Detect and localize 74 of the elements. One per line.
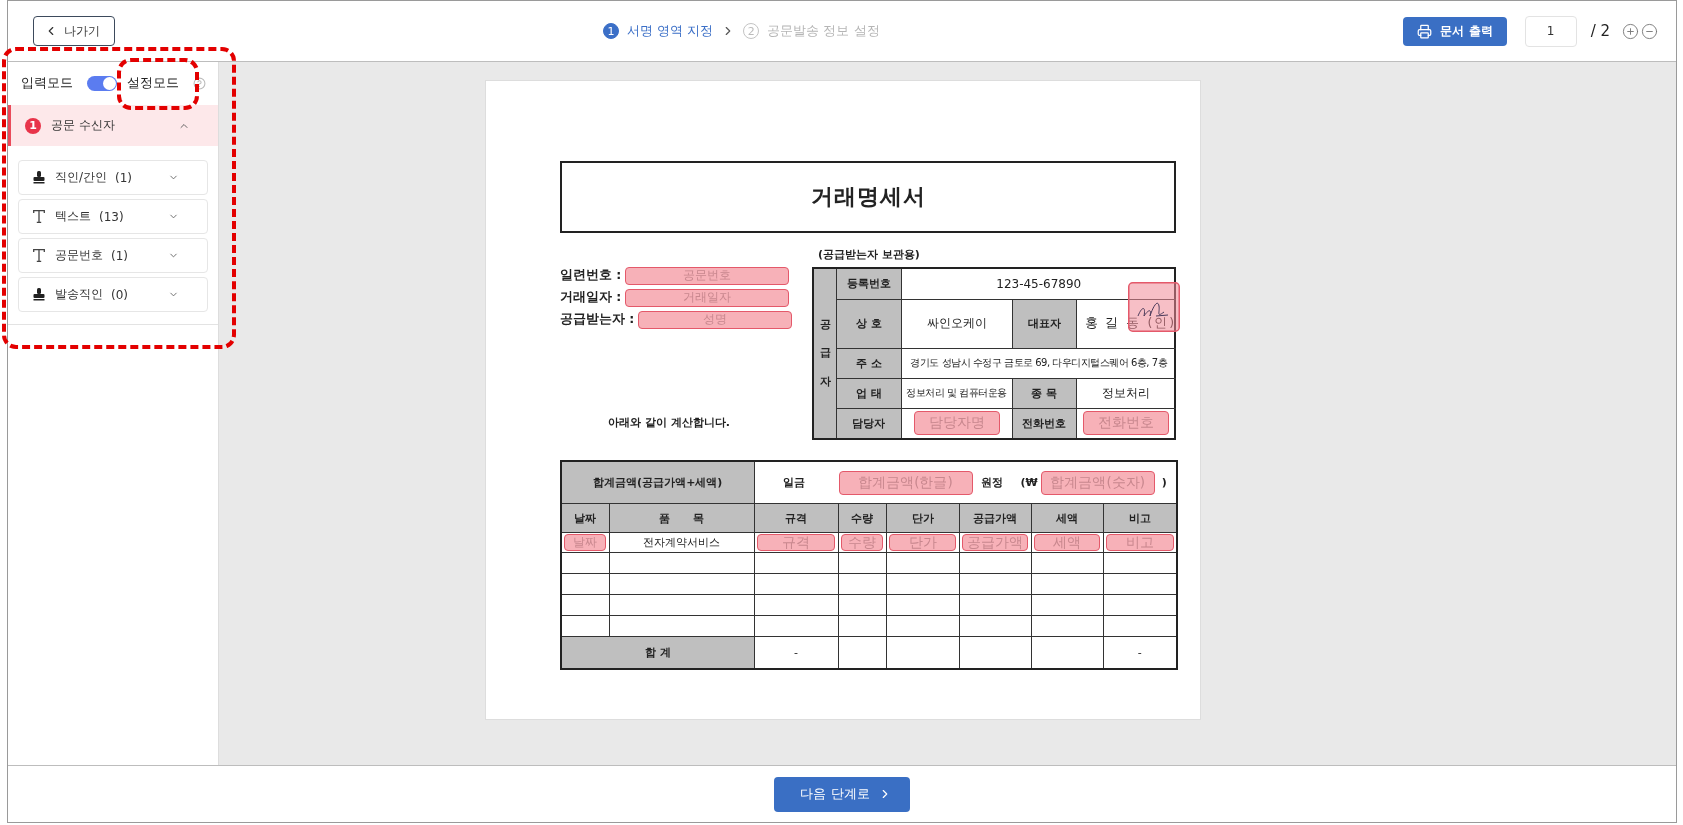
table-label: 업 태 [855, 386, 882, 400]
field-label: 일련번호 : [560, 267, 622, 284]
total-prefix: 일금 [782, 475, 805, 490]
back-button[interactable]: 나가기 [33, 16, 115, 46]
column-header: 수량 [851, 511, 873, 525]
column-header: 단가 [911, 511, 934, 525]
mode-label: 입력모드 [21, 74, 73, 92]
table-cell: 정보처리 및 컴퓨터운용 [906, 387, 1007, 398]
stamp-icon [33, 288, 45, 301]
help-icon[interactable] [193, 76, 206, 90]
table-label: 담당자 [852, 416, 886, 430]
item-label: 발송직인 [55, 286, 103, 303]
table-cell: 싸인오케이 [926, 316, 987, 330]
table-label: 전화번호 [1022, 416, 1066, 430]
currency-close: ) [1161, 476, 1167, 489]
mode-toggle[interactable] [87, 75, 117, 91]
item-count: (1) [111, 248, 128, 263]
column-header: 품 목 [659, 511, 704, 525]
table-label: 합 계 [644, 645, 671, 659]
column-header: 세액 [1056, 511, 1078, 525]
table-cell: 경기도 성남시 수정구 금토로 69, 다우디지털스퀘어 6층, 7층 [910, 357, 1168, 368]
stamp-icon [33, 171, 45, 184]
text-icon [33, 249, 45, 262]
document-title: 거래명세서 [810, 183, 926, 211]
step-number: 1 [603, 23, 619, 39]
page-input[interactable]: 1 [1524, 15, 1577, 47]
table-cell: 전자계약서비스 [643, 536, 720, 549]
item-label: 공문번호 [55, 247, 103, 264]
chevron-down-icon [168, 250, 179, 261]
zoom-out-icon[interactable] [1641, 22, 1658, 40]
zoom-in-icon[interactable] [1622, 22, 1639, 40]
mode-label: 설정모드 [127, 74, 179, 92]
copy-note: (공급받는자 보관용) [818, 247, 921, 262]
text-icon [33, 210, 45, 223]
table-label: 합계금액(공급가액+세액) [593, 476, 723, 489]
supplier-side-label: 공급자 [819, 316, 831, 390]
table-cell: - [794, 645, 798, 659]
table-label: 주 소 [855, 356, 882, 370]
step-label: 공문발송 정보 설정 [767, 22, 880, 40]
column-header: 공급가액 [973, 511, 1017, 525]
item-label: 텍스트 [55, 208, 91, 225]
calculation-note: 아래와 같이 계산합니다. [608, 415, 731, 430]
table-label: 대표자 [1027, 317, 1061, 330]
next-step-button[interactable]: 다음 단계로 [774, 776, 910, 812]
item-count: (1) [115, 170, 133, 185]
signature-field[interactable] [1128, 281, 1180, 332]
table-cell: - [1137, 645, 1142, 659]
item-count: (0) [111, 287, 128, 302]
table-cell: 정보처리 [1102, 385, 1151, 400]
field-label: 공급받는자 : [560, 311, 635, 328]
currency-open: (₩ [1020, 476, 1038, 489]
section-title: 공문 수신자 [51, 117, 115, 134]
field-group-item[interactable]: 텍스트 (13) [18, 199, 208, 234]
column-header: 규격 [785, 511, 807, 525]
item-count: (13) [99, 209, 124, 224]
table-label: 등록번호 [846, 277, 891, 291]
print-button[interactable]: 문서 출력 [1403, 16, 1507, 46]
step-label: 서명 영역 지정 [627, 22, 714, 40]
field-group-item[interactable]: 직인/간인 (1) [18, 160, 208, 195]
item-label: 직인/간인 [55, 169, 108, 186]
column-header: 비고 [1128, 511, 1151, 525]
printer-icon [1417, 23, 1433, 39]
page-total: / 2 [1590, 22, 1610, 40]
table-label: 상 호 [855, 317, 882, 330]
number-badge: 1 [25, 117, 41, 134]
field-label: 거래일자 : [560, 289, 622, 306]
section-header[interactable]: 1 공문 수신자 [8, 105, 218, 146]
field-group-item[interactable]: 발송직인 (0) [18, 277, 208, 312]
total-suffix: 원정 [980, 475, 1003, 490]
table-cell: 123-45-67890 [996, 276, 1082, 291]
table-label: 종 목 [1031, 386, 1057, 400]
column-header: 날짜 [574, 511, 597, 525]
field-group-item[interactable]: 공문번호 (1) [18, 238, 208, 273]
step-number: 2 [743, 23, 760, 39]
